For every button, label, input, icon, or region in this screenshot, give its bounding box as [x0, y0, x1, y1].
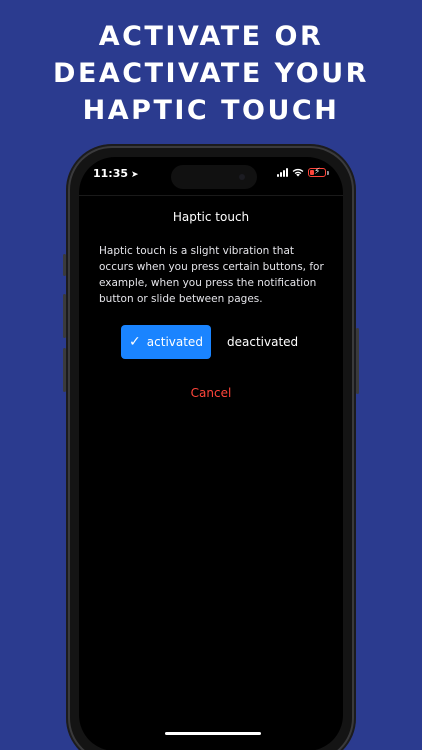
- app-store-screenshot: ACTIVATE OR DEACTIVATE YOUR HAPTIC TOUCH…: [0, 0, 422, 750]
- status-bar-time: 11:35 ➤: [93, 167, 139, 180]
- battery-low-charging-icon: ⚡: [308, 167, 326, 177]
- home-indicator[interactable]: [165, 732, 261, 735]
- phone-frame: 11:35 ➤ ⚡ Haptic touch Haptic touch is a…: [63, 144, 359, 750]
- headline-line-3: HAPTIC TOUCH: [82, 95, 340, 126]
- cancel-button[interactable]: Cancel: [79, 386, 343, 400]
- dynamic-island: [171, 165, 257, 189]
- camera-dot: [239, 174, 245, 180]
- location-arrow-icon: ➤: [131, 170, 139, 180]
- status-separator: [79, 195, 343, 196]
- volume-down-button: [63, 348, 66, 392]
- promo-headline: ACTIVATE OR DEACTIVATE YOUR HAPTIC TOUCH: [0, 18, 422, 129]
- phone-bezel: 11:35 ➤ ⚡ Haptic touch Haptic touch is a…: [70, 148, 352, 750]
- activated-label: activated: [146, 335, 203, 349]
- status-bar-icons: ⚡: [277, 167, 329, 177]
- headline-line-1: ACTIVATE OR: [98, 21, 324, 52]
- phone-screen: 11:35 ➤ ⚡ Haptic touch Haptic touch is a…: [79, 157, 343, 750]
- battery-tip: [327, 170, 329, 175]
- power-button: [356, 328, 359, 394]
- cellular-signal-icon: [277, 168, 288, 177]
- deactivated-option-button[interactable]: deactivated: [227, 335, 298, 349]
- activated-option-button[interactable]: ✓ activated: [121, 325, 211, 359]
- dialog-description: Haptic touch is a slight vibration that …: [99, 245, 324, 305]
- checkmark-icon: ✓: [129, 334, 141, 350]
- dialog-title: Haptic touch: [172, 210, 250, 224]
- wifi-icon: [292, 168, 304, 177]
- action-button: [63, 254, 66, 276]
- status-time-text: 11:35: [93, 167, 129, 180]
- volume-up-button: [63, 294, 66, 338]
- headline-line-2: DEACTIVATE YOUR: [53, 58, 369, 89]
- haptic-options: ✓ activated deactivated: [121, 325, 298, 359]
